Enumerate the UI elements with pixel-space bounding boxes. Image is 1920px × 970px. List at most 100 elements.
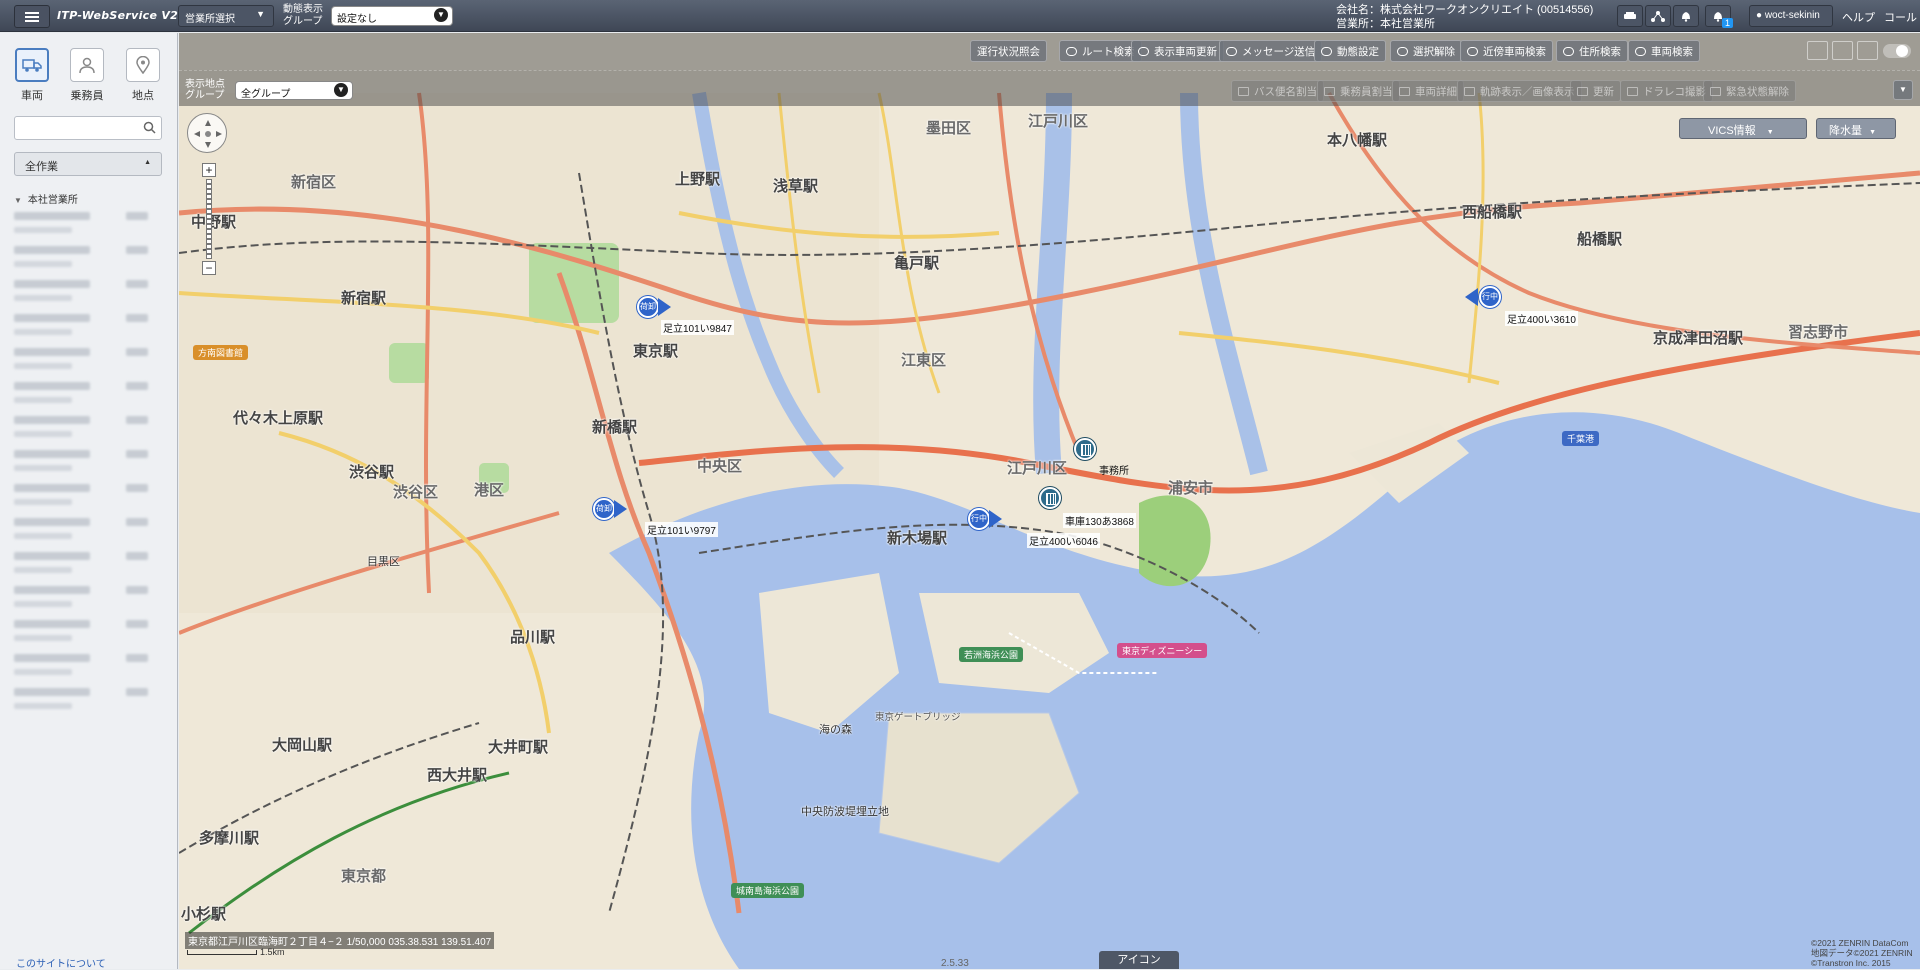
pan-control[interactable] bbox=[187, 113, 227, 153]
vehicle-marker[interactable]: 荷卸 bbox=[637, 296, 659, 318]
emergency-clear-button[interactable]: 緊急状態解除 bbox=[1703, 80, 1796, 102]
dashcam-button[interactable]: ドラレコ撮影 bbox=[1620, 80, 1713, 102]
send-message-label: メッセージ送信 bbox=[1242, 45, 1316, 58]
copyright-line: ©Transtron Inc. 2015 bbox=[1811, 958, 1891, 968]
point-label[interactable]: 車庫130あ3868 bbox=[1063, 513, 1136, 528]
point-label[interactable]: 事務所 bbox=[1097, 462, 1131, 477]
vehicle-detail-button[interactable]: 車両詳細 bbox=[1392, 80, 1464, 102]
chevron-down-icon: ▼ bbox=[334, 83, 348, 97]
refresh-vehicles-button[interactable]: 表示車両更新 bbox=[1131, 40, 1224, 62]
envelope-icon bbox=[1226, 46, 1237, 56]
chevron-up-icon: ▲ bbox=[144, 159, 151, 166]
list-item[interactable] bbox=[14, 685, 164, 719]
vehicle-label[interactable]: 足立101い9797 bbox=[645, 522, 718, 537]
list-item[interactable] bbox=[14, 277, 164, 311]
driver-assign-button[interactable]: 乗務員割当 bbox=[1317, 80, 1400, 102]
clear-icon bbox=[1397, 46, 1408, 56]
list-item[interactable] bbox=[14, 617, 164, 651]
place-label: 中野駅 bbox=[191, 214, 237, 231]
chevron-down-icon: ▼ bbox=[1766, 129, 1774, 136]
clear-selection-button[interactable]: 選択解除 bbox=[1390, 40, 1462, 62]
vehicle-search-button[interactable]: 車両検索 bbox=[1628, 40, 1700, 62]
list-item[interactable] bbox=[14, 447, 164, 481]
list-item[interactable] bbox=[14, 345, 164, 379]
vehicle-label[interactable]: 足立101い9847 bbox=[661, 320, 734, 335]
list-item[interactable] bbox=[14, 209, 164, 243]
vehicle-search[interactable] bbox=[14, 116, 162, 140]
vics-info-button[interactable]: VICS情報 ▼ bbox=[1679, 118, 1807, 139]
send-message-button[interactable]: メッセージ送信 bbox=[1219, 40, 1323, 62]
tab-drivers-box bbox=[70, 48, 104, 82]
network-button[interactable] bbox=[1645, 5, 1671, 27]
list-item[interactable] bbox=[14, 651, 164, 685]
map-view[interactable]: 新宿区 新宿駅 代々木上原駅 渋谷駅 渋谷区 港区 上野駅 浅草駅 墨田区 亀戸… bbox=[179, 33, 1920, 969]
help-link[interactable]: ヘルプ bbox=[1842, 9, 1875, 25]
more-toolbar-button[interactable]: ▼ bbox=[1893, 80, 1913, 100]
list-item[interactable] bbox=[14, 413, 164, 447]
about-site-link[interactable]: このサイトについて bbox=[16, 955, 106, 970]
car-icon bbox=[1624, 12, 1636, 19]
update-button[interactable]: 更新 bbox=[1570, 80, 1621, 102]
zoom-slider[interactable] bbox=[206, 179, 212, 259]
work-filter-select[interactable]: 全作業 ▲ bbox=[14, 152, 162, 176]
layout-single-icon[interactable] bbox=[1807, 41, 1828, 60]
search-icon[interactable] bbox=[143, 121, 156, 134]
menu-button[interactable] bbox=[14, 5, 50, 28]
chevron-down-icon: ▼ bbox=[14, 196, 22, 205]
call-link[interactable]: コール bbox=[1884, 9, 1917, 25]
place-label: 西船橋駅 bbox=[1462, 204, 1523, 221]
driver-assign-label: 乗務員割当 bbox=[1340, 85, 1393, 98]
list-item[interactable] bbox=[14, 379, 164, 413]
map-toggle[interactable] bbox=[1883, 44, 1911, 58]
address-search-button[interactable]: 住所検索 bbox=[1556, 40, 1628, 62]
building-icon[interactable] bbox=[1074, 438, 1096, 460]
route-search-button[interactable]: ルート検索 bbox=[1059, 40, 1142, 62]
direction-arrow-icon bbox=[989, 510, 1002, 528]
zoom-out-button[interactable]: − bbox=[202, 261, 216, 275]
place-label: 江戸川区 bbox=[1028, 113, 1089, 130]
vehicle-marker[interactable]: 行中 bbox=[1479, 286, 1501, 308]
zoom-in-button[interactable]: + bbox=[202, 163, 216, 177]
office-select[interactable]: 営業所選択 ▼ bbox=[178, 5, 274, 27]
alert-button[interactable] bbox=[1673, 5, 1699, 27]
display-group-select[interactable]: 全グループ ▼ bbox=[235, 81, 353, 100]
vehicle-search-label: 車両検索 bbox=[1651, 45, 1693, 58]
vehicle-search-input[interactable] bbox=[15, 117, 135, 139]
car-status-button[interactable] bbox=[1617, 5, 1643, 27]
list-item[interactable] bbox=[14, 583, 164, 617]
tab-drivers[interactable]: 乗務員 bbox=[69, 48, 105, 103]
track-view-button[interactable]: 軌跡表示／画像表示 bbox=[1457, 80, 1582, 102]
tab-vehicles[interactable]: 車両 bbox=[14, 48, 50, 103]
operation-status-button[interactable]: 運行状況照会 bbox=[970, 40, 1047, 62]
anim-group-select[interactable]: 設定なし ▼ bbox=[331, 6, 453, 26]
notification-button[interactable]: 1 bbox=[1705, 5, 1733, 28]
list-item[interactable] bbox=[14, 243, 164, 277]
layout-split-icon[interactable] bbox=[1857, 41, 1878, 60]
tree-root-office[interactable]: ▼ 本社営業所 bbox=[14, 191, 78, 206]
rainfall-button[interactable]: 降水量 ▼ bbox=[1816, 118, 1896, 139]
vehicle-marker[interactable]: 行中 bbox=[968, 508, 990, 530]
app-logo: ITP-WebService V2 bbox=[57, 9, 179, 22]
layout-grid-icon[interactable] bbox=[1832, 41, 1853, 60]
list-item[interactable] bbox=[14, 481, 164, 515]
refresh-vehicles-label: 表示車両更新 bbox=[1154, 45, 1217, 58]
nearby-search-button[interactable]: 近傍車両検索 bbox=[1460, 40, 1553, 62]
bell-icon bbox=[1682, 12, 1690, 22]
list-item[interactable] bbox=[14, 549, 164, 583]
list-item[interactable] bbox=[14, 311, 164, 345]
vehicle-label[interactable]: 足立400い3610 bbox=[1505, 311, 1578, 326]
icon-legend-tab[interactable]: アイコン bbox=[1099, 951, 1179, 969]
user-menu-button[interactable]: ● woct-sekinin bbox=[1749, 5, 1833, 27]
camera-icon bbox=[1627, 86, 1638, 96]
vehicle-label[interactable]: 足立400い6046 bbox=[1027, 533, 1100, 548]
place-tag: 城南島海浜公園 bbox=[731, 883, 805, 898]
anim-group-label-line2: グループ bbox=[283, 16, 323, 27]
anim-settings-button[interactable]: 動態設定 bbox=[1314, 40, 1386, 62]
bus-assign-button[interactable]: バス便名割当 bbox=[1231, 80, 1324, 102]
tab-points[interactable]: 地点 bbox=[125, 48, 161, 103]
list-item[interactable] bbox=[14, 515, 164, 549]
building-icon[interactable] bbox=[1039, 487, 1061, 509]
tab-points-box bbox=[126, 48, 160, 82]
vehicle-marker[interactable]: 荷卸 bbox=[593, 498, 615, 520]
vehicle-list bbox=[14, 209, 164, 719]
